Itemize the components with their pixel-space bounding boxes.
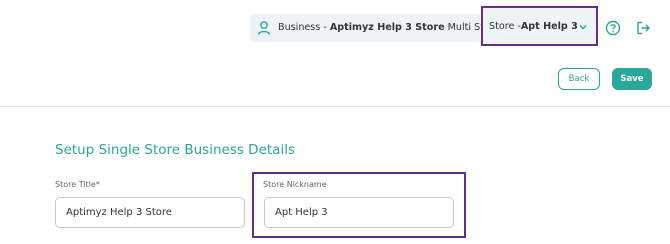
store-title-label: Store Title* bbox=[55, 180, 100, 189]
section-title: Setup Single Store Business Details bbox=[55, 142, 295, 158]
divider bbox=[0, 106, 670, 107]
store-selector[interactable]: Store - Apt Help 3 bbox=[481, 6, 598, 46]
chevron-down-icon[interactable] bbox=[578, 22, 588, 32]
store-prefix: Store - bbox=[489, 20, 521, 32]
store-name: Apt Help 3 bbox=[520, 20, 578, 32]
store-nickname-label: Store Nickname bbox=[263, 180, 327, 189]
store-title-field[interactable]: Aptimyz Help 3 Store bbox=[55, 197, 245, 228]
logout-icon[interactable] bbox=[635, 20, 651, 36]
back-button[interactable]: Back bbox=[558, 68, 600, 90]
save-button[interactable]: Save bbox=[612, 68, 652, 90]
business-info: Business - Aptimyz Help 3 Store Multi St… bbox=[278, 22, 507, 33]
top-bar: Business - Aptimyz Help 3 Store Multi St… bbox=[0, 0, 670, 60]
store-nickname-field[interactable]: Apt Help 3 bbox=[264, 197, 454, 228]
user-icon bbox=[257, 21, 271, 35]
help-icon[interactable] bbox=[605, 20, 621, 36]
